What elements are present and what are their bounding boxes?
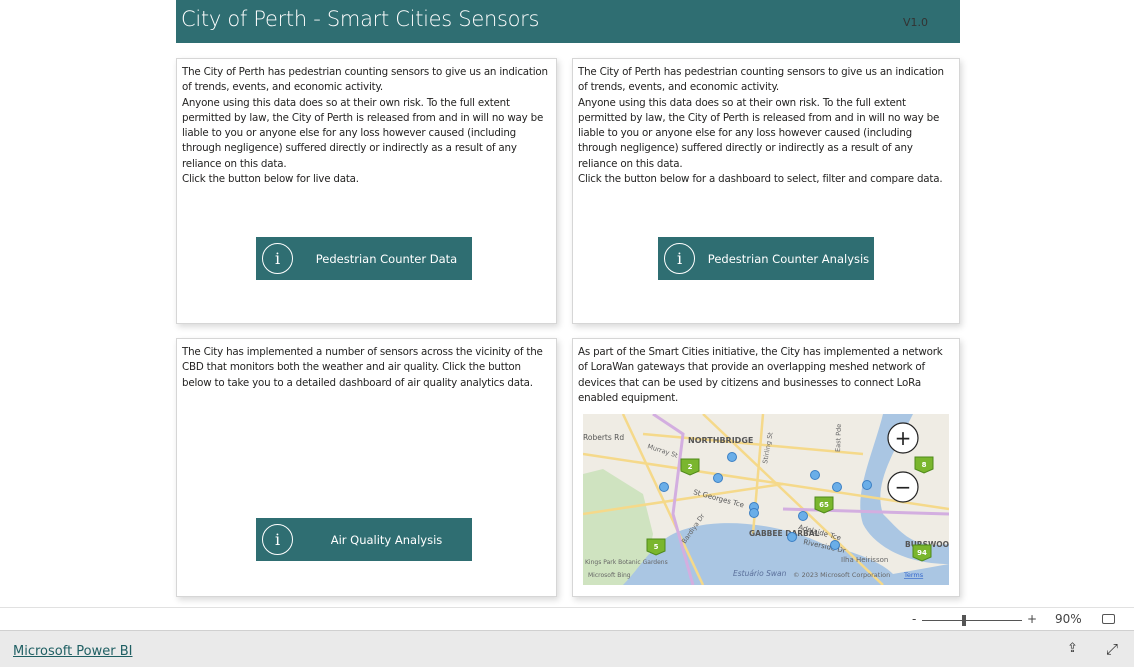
zoom-level: 90% xyxy=(1055,612,1082,626)
cluster-count: 8 xyxy=(922,461,927,469)
sensor-marker[interactable] xyxy=(830,540,840,550)
pedestrian-counter-analysis-button[interactable]: i Pedestrian Counter Analysis xyxy=(658,237,874,280)
cluster-count: 65 xyxy=(819,501,829,509)
info-icon: i xyxy=(262,243,293,274)
zoom-slider[interactable] xyxy=(922,615,1022,626)
zoom-slider-thumb[interactable] xyxy=(962,615,966,626)
air-quality-analysis-button[interactable]: i Air Quality Analysis xyxy=(256,518,472,561)
map-label: East Pde xyxy=(834,424,843,452)
map-zoom-out-button[interactable]: − xyxy=(887,471,919,503)
map-label: Kings Park Botanic Gardens xyxy=(585,559,668,566)
button-label: Pedestrian Counter Data xyxy=(315,251,458,266)
bing-logo: Microsoft Bing xyxy=(588,572,631,579)
gateway-cluster[interactable]: 2 xyxy=(680,458,700,476)
info-icon: i xyxy=(664,243,695,274)
bottom-bar: Microsoft Power BI ⇪ ⤢ xyxy=(0,630,1134,667)
sensor-marker[interactable] xyxy=(749,508,759,518)
power-bi-link[interactable]: Microsoft Power BI xyxy=(13,644,132,659)
gateway-cluster[interactable]: 65 xyxy=(814,496,834,514)
lorawan-map[interactable]: NORTHBRIDGE St Georges Tce Adelaide Tce … xyxy=(583,414,949,585)
info-icon: i xyxy=(262,524,293,555)
sensor-marker[interactable] xyxy=(832,482,842,492)
map-terms-link[interactable]: Terms xyxy=(903,571,924,579)
zoom-out-button[interactable]: - xyxy=(912,612,916,626)
pedestrian-data-card: The City of Perth has pedestrian countin… xyxy=(176,58,557,324)
fullscreen-icon[interactable]: ⤢ xyxy=(1106,640,1118,658)
map-label: GABBEE DARBAL xyxy=(749,529,820,538)
sensor-marker[interactable] xyxy=(713,473,723,483)
map-label: Roberts Rd xyxy=(583,433,624,442)
zoom-in-button[interactable]: + xyxy=(1027,612,1037,626)
page-title: City of Perth - Smart Cities Sensors xyxy=(181,7,540,31)
report-header: City of Perth - Smart Cities Sensors V1.… xyxy=(176,0,960,43)
map-label: NORTHBRIDGE xyxy=(688,436,753,445)
minus-icon: − xyxy=(895,475,912,499)
share-icon[interactable]: ⇪ xyxy=(1067,641,1078,656)
map-zoom-in-button[interactable]: + xyxy=(887,422,919,454)
gateway-cluster[interactable]: 8 xyxy=(914,456,934,474)
gateway-cluster[interactable]: 5 xyxy=(646,538,666,556)
map-label: Ilha Heirisson xyxy=(841,556,888,564)
air-quality-card: The City has implemented a number of sen… xyxy=(176,338,557,597)
button-label: Air Quality Analysis xyxy=(330,532,443,547)
cluster-count: 2 xyxy=(688,463,693,471)
sensor-marker[interactable] xyxy=(798,511,808,521)
sensor-marker[interactable] xyxy=(810,470,820,480)
map-label: Estuário Swan xyxy=(733,569,787,578)
pedestrian-analysis-card: The City of Perth has pedestrian countin… xyxy=(572,58,960,324)
status-bar: - + 90% xyxy=(0,607,1134,630)
sensor-marker[interactable] xyxy=(787,532,797,542)
card-text: The City of Perth has pedestrian countin… xyxy=(578,66,944,186)
cluster-count: 94 xyxy=(917,549,927,557)
cluster-count: 5 xyxy=(654,543,659,551)
map-attribution: © 2023 Microsoft Corporation xyxy=(793,571,890,579)
gateway-cluster[interactable]: 94 xyxy=(912,544,932,562)
button-label: Pedestrian Counter Analysis xyxy=(707,251,870,266)
version-label: V1.0 xyxy=(903,16,929,29)
sensor-marker[interactable] xyxy=(659,482,669,492)
lorawan-card: As part of the Smart Cities initiative, … xyxy=(572,338,960,597)
card-text: As part of the Smart Cities initiative, … xyxy=(578,346,943,404)
card-text: The City of Perth has pedestrian countin… xyxy=(182,66,548,186)
fit-to-page-icon[interactable] xyxy=(1102,614,1115,624)
sensor-marker[interactable] xyxy=(727,452,737,462)
plus-icon: + xyxy=(895,426,912,450)
card-text: The City has implemented a number of sen… xyxy=(182,346,543,389)
sensor-marker[interactable] xyxy=(862,480,872,490)
pedestrian-counter-data-button[interactable]: i Pedestrian Counter Data xyxy=(256,237,472,280)
